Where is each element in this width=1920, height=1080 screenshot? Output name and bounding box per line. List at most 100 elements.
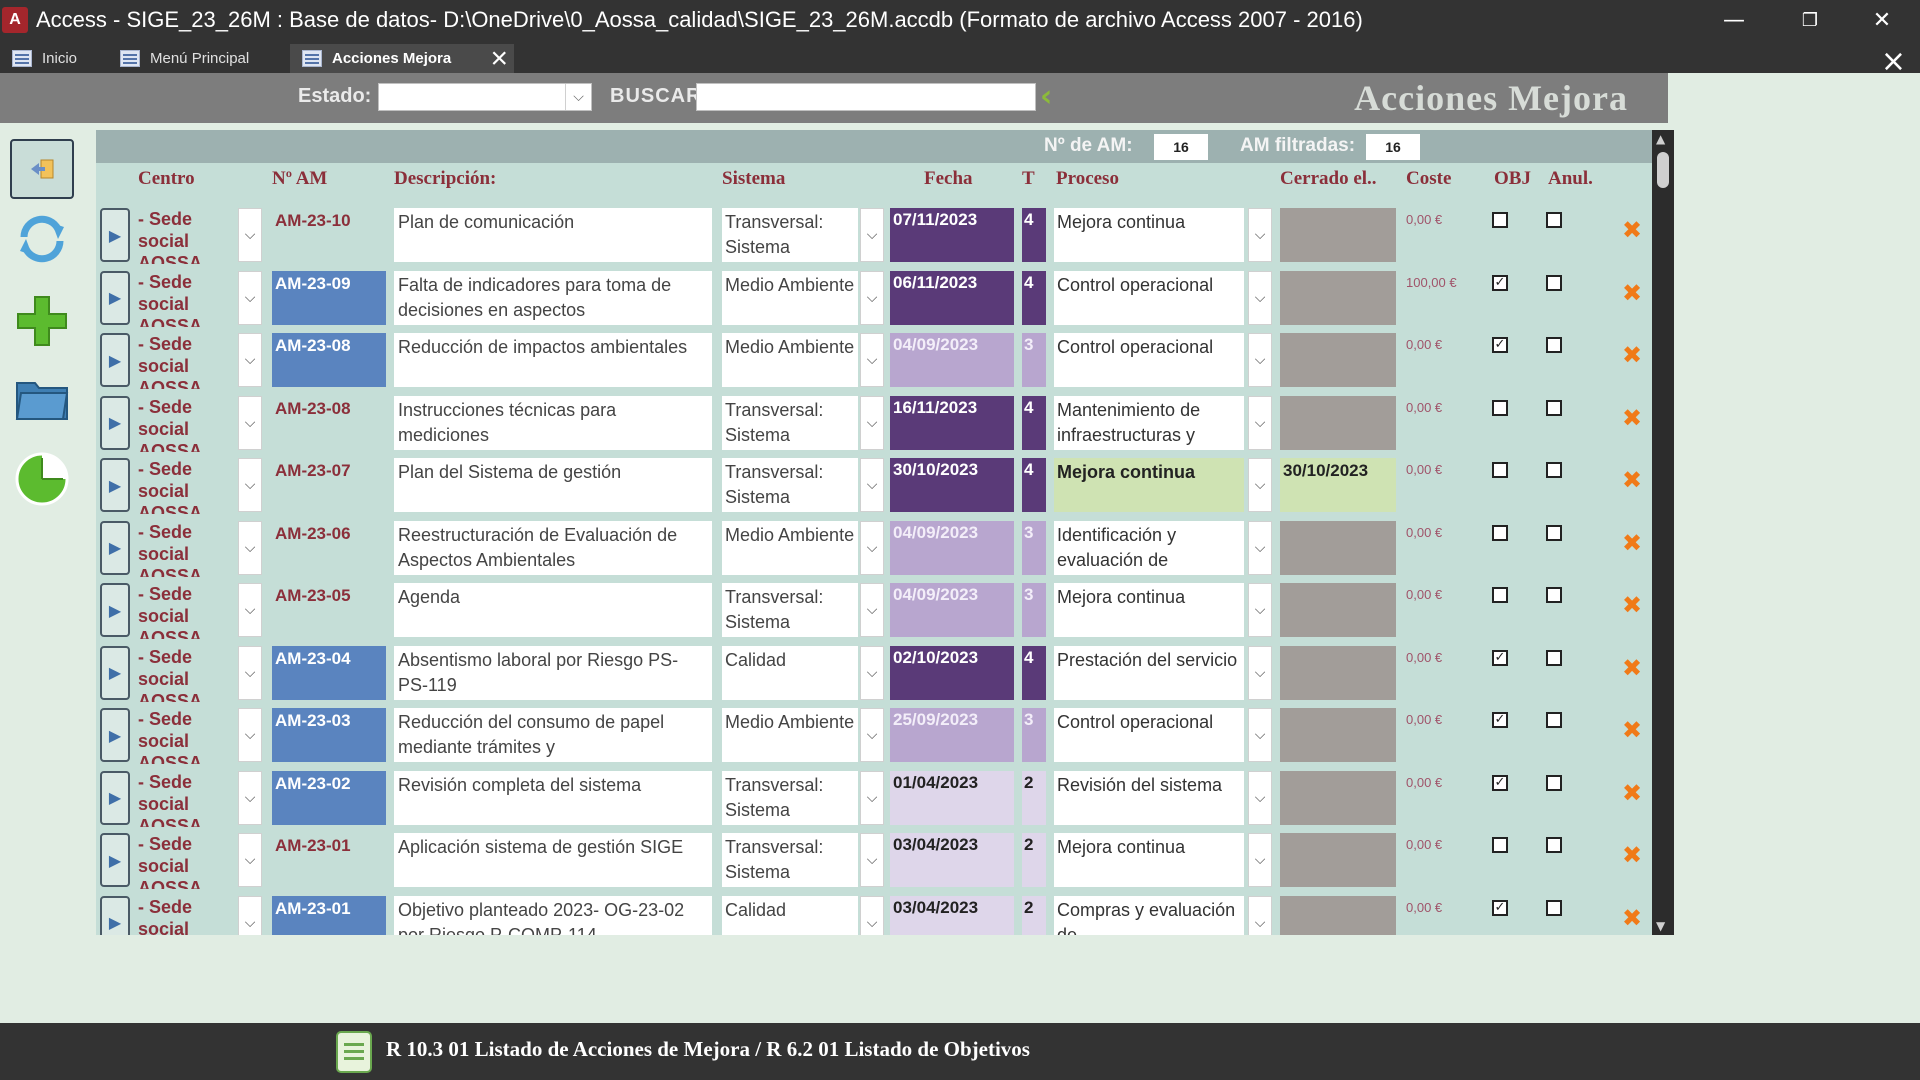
chevron-down-icon[interactable]: ⌵: [238, 770, 262, 825]
delete-x-icon[interactable]: ✖: [1622, 843, 1646, 867]
record-selector-button[interactable]: ▶: [100, 833, 130, 887]
descripcion-field[interactable]: Objetivo planteado 2023- OG-23-02 por Ri…: [394, 895, 712, 935]
delete-x-icon[interactable]: ✖: [1622, 218, 1646, 242]
close-document-icon[interactable]: ×: [1881, 44, 1906, 79]
sistema-field[interactable]: Transversal: Sistema: [722, 770, 858, 825]
fecha-field[interactable]: 02/10/2023: [890, 645, 1014, 700]
delete-x-icon[interactable]: ✖: [1622, 718, 1646, 742]
delete-x-icon[interactable]: ✖: [1622, 468, 1646, 492]
proceso-field[interactable]: Compras y evaluación de: [1054, 895, 1244, 935]
chevron-down-icon[interactable]: ⌵: [860, 833, 884, 887]
cerrado-field[interactable]: [1280, 708, 1396, 762]
cerrado-field[interactable]: 30/10/2023: [1280, 458, 1396, 512]
open-folder-button[interactable]: [10, 369, 74, 429]
anul-checkbox[interactable]: [1546, 587, 1562, 603]
fecha-field[interactable]: 04/09/2023: [890, 333, 1014, 387]
delete-x-icon[interactable]: ✖: [1622, 781, 1646, 805]
record-selector-button[interactable]: ▶: [100, 708, 130, 762]
cerrado-field[interactable]: [1280, 333, 1396, 387]
cerrado-field[interactable]: [1280, 395, 1396, 450]
delete-x-icon[interactable]: ✖: [1622, 406, 1646, 430]
chevron-down-icon[interactable]: ⌵: [1248, 520, 1272, 575]
report-icon[interactable]: [336, 1031, 372, 1073]
chevron-down-icon[interactable]: ⌵: [1248, 208, 1272, 262]
obj-checkbox[interactable]: ✓: [1492, 337, 1508, 353]
descripcion-field[interactable]: Revisión completa del sistema: [394, 770, 712, 825]
anul-checkbox[interactable]: [1546, 712, 1562, 728]
sistema-field[interactable]: Transversal: Sistema: [722, 395, 858, 450]
chevron-down-icon[interactable]: ⌵: [1248, 458, 1272, 512]
obj-checkbox[interactable]: ✓: [1492, 712, 1508, 728]
chevron-down-icon[interactable]: ⌵: [860, 458, 884, 512]
obj-checkbox[interactable]: [1492, 212, 1508, 228]
anul-checkbox[interactable]: [1546, 337, 1562, 353]
cerrado-field[interactable]: [1280, 208, 1396, 262]
restore-button[interactable]: ❐: [1772, 0, 1848, 40]
descripcion-field[interactable]: Reducción del consumo de papel mediante …: [394, 708, 712, 762]
record-selector-button[interactable]: ▶: [100, 520, 130, 575]
obj-checkbox[interactable]: ✓: [1492, 274, 1508, 291]
record-selector-button[interactable]: ▶: [100, 583, 130, 637]
proceso-field[interactable]: Control operacional: [1054, 708, 1244, 762]
proceso-field[interactable]: Revisión del sistema: [1054, 770, 1244, 825]
chevron-down-icon[interactable]: ⌵: [238, 645, 262, 700]
anul-checkbox[interactable]: [1546, 399, 1562, 416]
fecha-field[interactable]: 30/10/2023: [890, 458, 1014, 512]
chevron-down-icon[interactable]: ⌵: [860, 395, 884, 450]
chevron-down-icon[interactable]: ⌵: [1248, 708, 1272, 762]
am-number[interactable]: AM-23-10: [272, 208, 386, 262]
scroll-down-icon[interactable]: ▼: [1656, 919, 1665, 933]
delete-x-icon[interactable]: ✖: [1622, 656, 1646, 680]
chevron-down-icon[interactable]: ⌵: [860, 708, 884, 762]
chevron-down-icon[interactable]: ⌵: [860, 645, 884, 700]
anul-checkbox[interactable]: [1546, 837, 1562, 853]
proceso-field[interactable]: Prestación del servicio: [1054, 645, 1244, 700]
am-number[interactable]: AM-23-02: [272, 770, 386, 825]
am-number[interactable]: AM-23-07: [272, 458, 386, 512]
obj-checkbox[interactable]: ✓: [1492, 899, 1508, 916]
anul-checkbox[interactable]: [1546, 212, 1562, 228]
obj-checkbox[interactable]: [1492, 462, 1508, 478]
record-selector-button[interactable]: ▶: [100, 770, 130, 825]
scroll-thumb[interactable]: [1657, 152, 1669, 188]
chevron-down-icon[interactable]: ⌵: [860, 270, 884, 325]
descripcion-field[interactable]: Falta de indicadores para toma de decisi…: [394, 270, 712, 325]
record-selector-button[interactable]: ▶: [100, 458, 130, 512]
sistema-field[interactable]: Medio Ambiente: [722, 520, 858, 575]
scroll-up-icon[interactable]: ▲: [1656, 132, 1665, 146]
fecha-field[interactable]: 03/04/2023: [890, 833, 1014, 887]
cerrado-field[interactable]: [1280, 520, 1396, 575]
fecha-field[interactable]: 04/09/2023: [890, 583, 1014, 637]
refresh-button[interactable]: [10, 209, 74, 269]
descripcion-field[interactable]: Plan de comunicación: [394, 208, 712, 262]
am-number[interactable]: AM-23-01: [272, 833, 386, 887]
chevron-down-icon[interactable]: ⌵: [1248, 833, 1272, 887]
descripcion-field[interactable]: Plan del Sistema de gestión: [394, 458, 712, 512]
am-number[interactable]: AM-23-08: [272, 333, 386, 387]
close-tab-icon[interactable]: ×: [490, 42, 508, 76]
cerrado-field[interactable]: [1280, 833, 1396, 887]
vertical-scrollbar[interactable]: ▲ ▼: [1652, 130, 1674, 935]
delete-x-icon[interactable]: ✖: [1622, 593, 1646, 617]
obj-checkbox[interactable]: ✓: [1492, 774, 1508, 791]
anul-checkbox[interactable]: [1546, 899, 1562, 916]
am-number[interactable]: AM-23-09: [272, 270, 386, 325]
fecha-field[interactable]: 03/04/2023: [890, 895, 1014, 935]
fecha-field[interactable]: 01/04/2023: [890, 770, 1014, 825]
descripcion-field[interactable]: Reestructuración de Evaluación de Aspect…: [394, 520, 712, 575]
chevron-down-icon[interactable]: ⌵: [860, 770, 884, 825]
chevron-down-icon[interactable]: ⌵: [1248, 770, 1272, 825]
am-number[interactable]: AM-23-03: [272, 708, 386, 762]
chevron-down-icon[interactable]: ⌵: [238, 895, 262, 935]
sistema-field[interactable]: Calidad: [722, 895, 858, 935]
chevron-down-icon[interactable]: ⌵: [1248, 395, 1272, 450]
chevron-down-icon[interactable]: ⌵: [238, 833, 262, 887]
am-number[interactable]: AM-23-08: [272, 396, 386, 450]
fecha-field[interactable]: 06/11/2023: [890, 270, 1014, 325]
proceso-field[interactable]: Mejora continua: [1054, 458, 1244, 512]
proceso-field[interactable]: Mejora continua: [1054, 833, 1244, 887]
chevron-down-icon[interactable]: ⌵: [860, 583, 884, 637]
anul-checkbox[interactable]: [1546, 774, 1562, 791]
tab-acciones-mejora[interactable]: Acciones Mejora ×: [290, 42, 514, 76]
cerrado-field[interactable]: [1280, 770, 1396, 825]
